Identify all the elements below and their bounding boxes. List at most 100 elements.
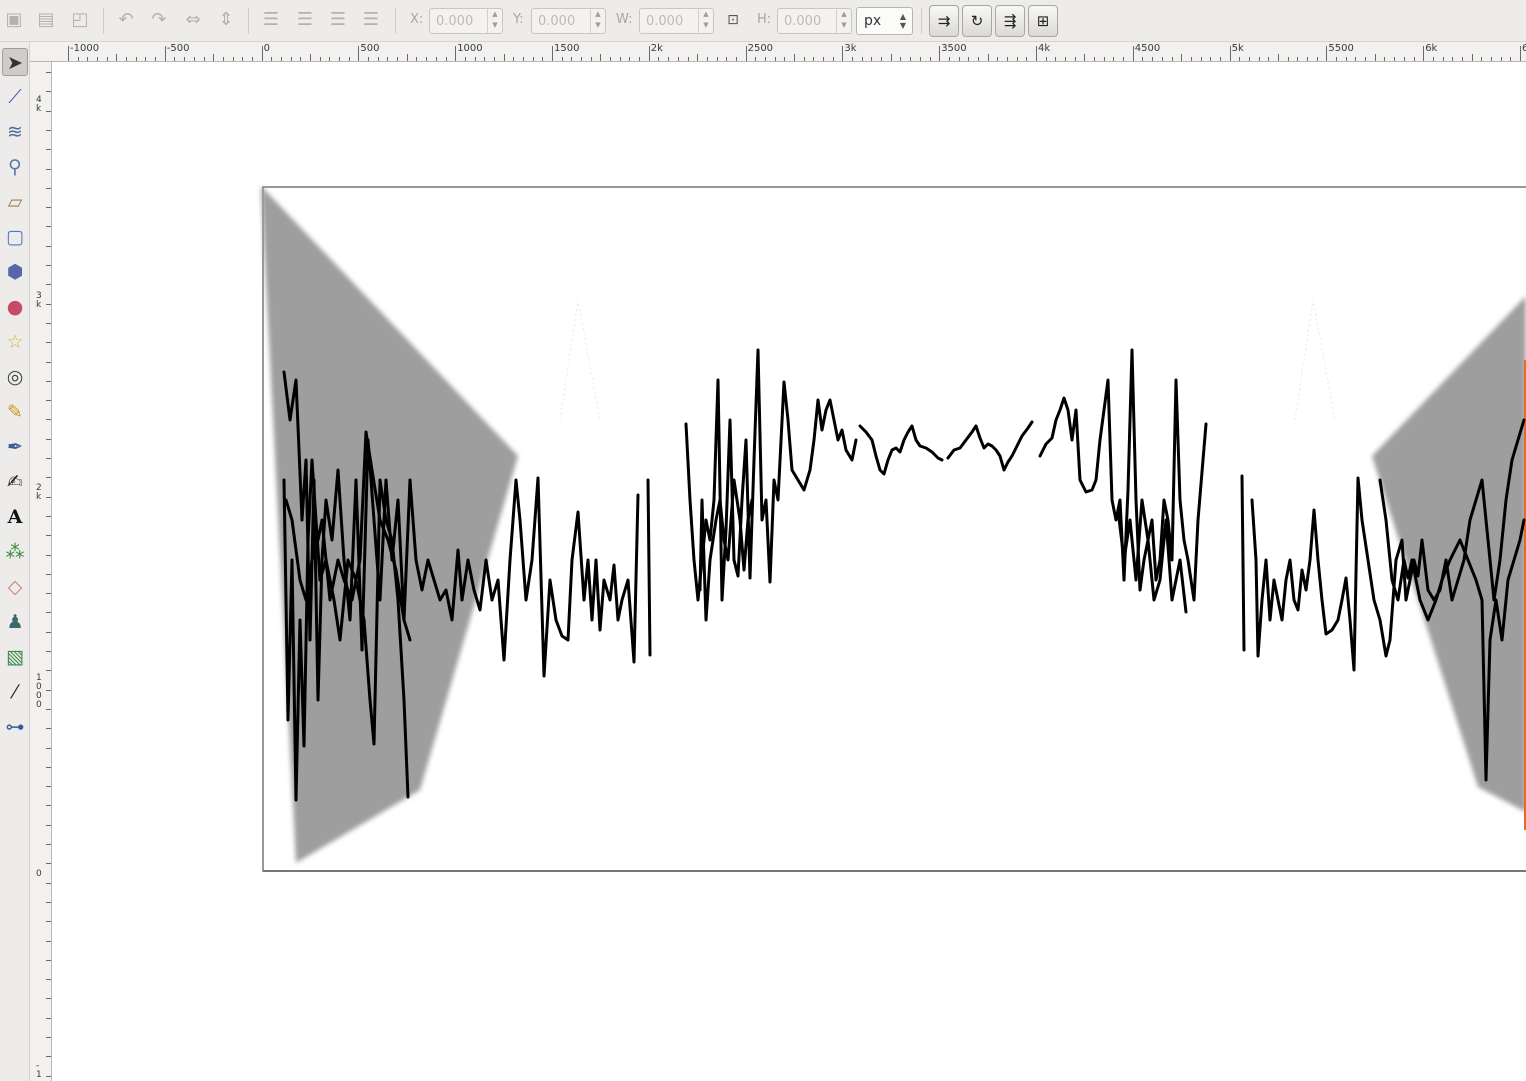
paint-bucket-tool-icon[interactable]: ♟ [2, 608, 28, 636]
ruler-minor-tick [1471, 54, 1473, 61]
pencil-tool-icon[interactable]: ✎ [2, 398, 28, 426]
separator [248, 8, 249, 34]
unit-arrows-icon: ▲ ▼ [899, 12, 906, 30]
lock-ratio-icon[interactable]: ⊡ [722, 9, 744, 31]
flip-horizontal-icon[interactable]: ⇔ [182, 9, 204, 31]
unit-value: px [864, 13, 882, 29]
ruler-label: 2 k [36, 483, 42, 502]
y-value: 0.000 [538, 14, 576, 29]
ruler-label: 1500 [554, 43, 580, 54]
rotate-cw-icon[interactable]: ↷ [148, 9, 170, 31]
w-label: W: [616, 12, 633, 27]
dropper-tool-icon[interactable]: ⁄ [2, 678, 28, 706]
separator [395, 8, 396, 34]
w-field[interactable]: 0.000 ▲ ▼ [639, 8, 714, 34]
raise-icon[interactable]: ☰ [294, 9, 316, 31]
flip-vertical-icon[interactable]: ⇕ [215, 9, 237, 31]
rotate-ccw-icon[interactable]: ↶ [115, 9, 137, 31]
tweak-tool-icon[interactable]: ≋ [2, 118, 28, 146]
ruler-major-tick [745, 46, 747, 61]
ruler-major-tick [164, 46, 166, 61]
raise-to-top-icon[interactable]: ☰ [260, 9, 282, 31]
ruler-minor-tick [406, 54, 408, 61]
zoom-tool-icon[interactable]: ⚲ [2, 153, 28, 181]
text-tool-icon[interactable]: A [2, 503, 28, 531]
ruler-major-tick [358, 46, 360, 61]
box3d-tool-icon[interactable]: ⬢ [2, 258, 28, 286]
ruler-major-tick [552, 46, 553, 61]
x-value: 0.000 [436, 14, 474, 29]
deselect-icon[interactable]: ◰ [69, 9, 91, 31]
ruler-label: 500 [360, 43, 380, 54]
select-all-layers-icon[interactable]: ▤ [35, 9, 57, 31]
lower-icon[interactable]: ☰ [327, 9, 349, 31]
pen-tool-icon[interactable]: ✒ [2, 433, 28, 461]
ruler-label: 1 0 0 0 [36, 673, 42, 710]
connector-tool-icon[interactable]: ⊶ [2, 713, 28, 741]
stroke-path [646, 478, 652, 657]
ruler-label: 0 [263, 43, 270, 54]
star-tool-icon[interactable]: ☆ [2, 328, 28, 356]
move-gradients-toggle-icon[interactable]: ⇶ [995, 5, 1025, 37]
ruler-label: 3500 [941, 43, 967, 54]
eraser-tool-icon[interactable]: ◇ [2, 573, 28, 601]
ruler-major-tick [455, 46, 457, 61]
separator [103, 8, 104, 34]
spray-tool-icon[interactable]: ⁂ [2, 538, 28, 566]
ruler-major-tick [1132, 46, 1134, 61]
ruler-label: 4 k [36, 95, 42, 114]
ruler-label: -500 [166, 43, 190, 54]
scale-stroke-toggle-icon[interactable]: ⇉ [929, 5, 959, 37]
ruler-major-tick [1229, 46, 1231, 61]
move-patterns-toggle-icon[interactable]: ⊞ [1028, 5, 1058, 37]
selector-tool-icon[interactable]: ➤ [2, 48, 28, 76]
unit-select[interactable]: px ▲ ▼ [856, 7, 913, 35]
select-all-icon[interactable]: ▣ [3, 9, 25, 31]
spiral-tool-icon[interactable]: ◎ [2, 363, 28, 391]
x-label: X: [410, 12, 424, 27]
w-spin-arrows-icon[interactable]: ▲ ▼ [698, 9, 713, 33]
ruler-major-tick [261, 46, 263, 61]
ruler-label: 6k [1425, 43, 1438, 54]
ruler-major-tick [1423, 46, 1425, 61]
ruler-major-tick [648, 46, 650, 61]
drawing-canvas[interactable] [52, 62, 1526, 1081]
horizontal-ruler[interactable]: -1000 -500 0 500 1000 1500 2k 2500 3k 3500 4k 4500 5… [30, 42, 1526, 62]
ruler-minor-tick [116, 54, 118, 61]
ruler-major-tick [842, 46, 844, 61]
y-field[interactable]: 0.000 ▲ ▼ [531, 8, 606, 34]
y-spin-arrows-icon[interactable]: ▲ ▼ [590, 9, 605, 33]
ruler-minor-tick [697, 54, 699, 61]
calligraphy-tool-icon[interactable]: ✍ [2, 468, 28, 496]
ruler-major-tick [1520, 46, 1521, 61]
measure-tool-icon[interactable]: ▱ [2, 188, 28, 216]
gradient-tool-icon[interactable]: ▧ [2, 643, 28, 671]
ruler-major-tick [1326, 46, 1328, 61]
h-spin-arrows-icon[interactable]: ▲ ▼ [836, 9, 851, 33]
vertical-ruler[interactable]: 4 k 3 k 2 k 1 0 0 0 0 - 1 [30, 62, 52, 1081]
separator [921, 8, 922, 34]
h-field[interactable]: 0.000 ▲ ▼ [777, 8, 852, 34]
scale-corners-toggle-icon[interactable]: ↻ [962, 5, 992, 37]
ruler-label: 6 [1522, 44, 1526, 54]
ruler-label: 2500 [747, 43, 774, 54]
ruler-major-tick [1036, 46, 1037, 61]
rectangle-tool-icon[interactable]: ▢ [2, 223, 28, 251]
lower-to-bottom-icon[interactable]: ☰ [360, 9, 382, 31]
x-spin-arrows-icon[interactable]: ▲ ▼ [487, 9, 502, 33]
ruler-minor-tick [987, 54, 989, 61]
ruler-minor-tick [213, 54, 215, 61]
ruler-minor-tick [1181, 54, 1183, 61]
ruler-minor-tick [1084, 54, 1086, 61]
ruler-label: 1000 [457, 43, 483, 54]
ruler-label: 0 [36, 869, 42, 879]
toolbox: ➤ ⟋ ≋ ⚲ ▱ ▢ ⬢ ● ☆ ◎ ✎ ✒ ✍ A ⁂ ◇ ♟ ▧ ⁄ ⊶ [0, 42, 30, 1081]
ruler-major-tick [939, 46, 941, 61]
ruler-label: -1000 [70, 43, 100, 54]
node-tool-icon[interactable]: ⟋ [2, 83, 28, 111]
x-field[interactable]: 0.000 ▲ ▼ [429, 8, 503, 34]
canvas-svg [261, 186, 1526, 872]
ellipse-tool-icon[interactable]: ● [2, 293, 28, 321]
w-value: 0.000 [646, 14, 684, 29]
ruler-minor-tick [1278, 54, 1279, 61]
